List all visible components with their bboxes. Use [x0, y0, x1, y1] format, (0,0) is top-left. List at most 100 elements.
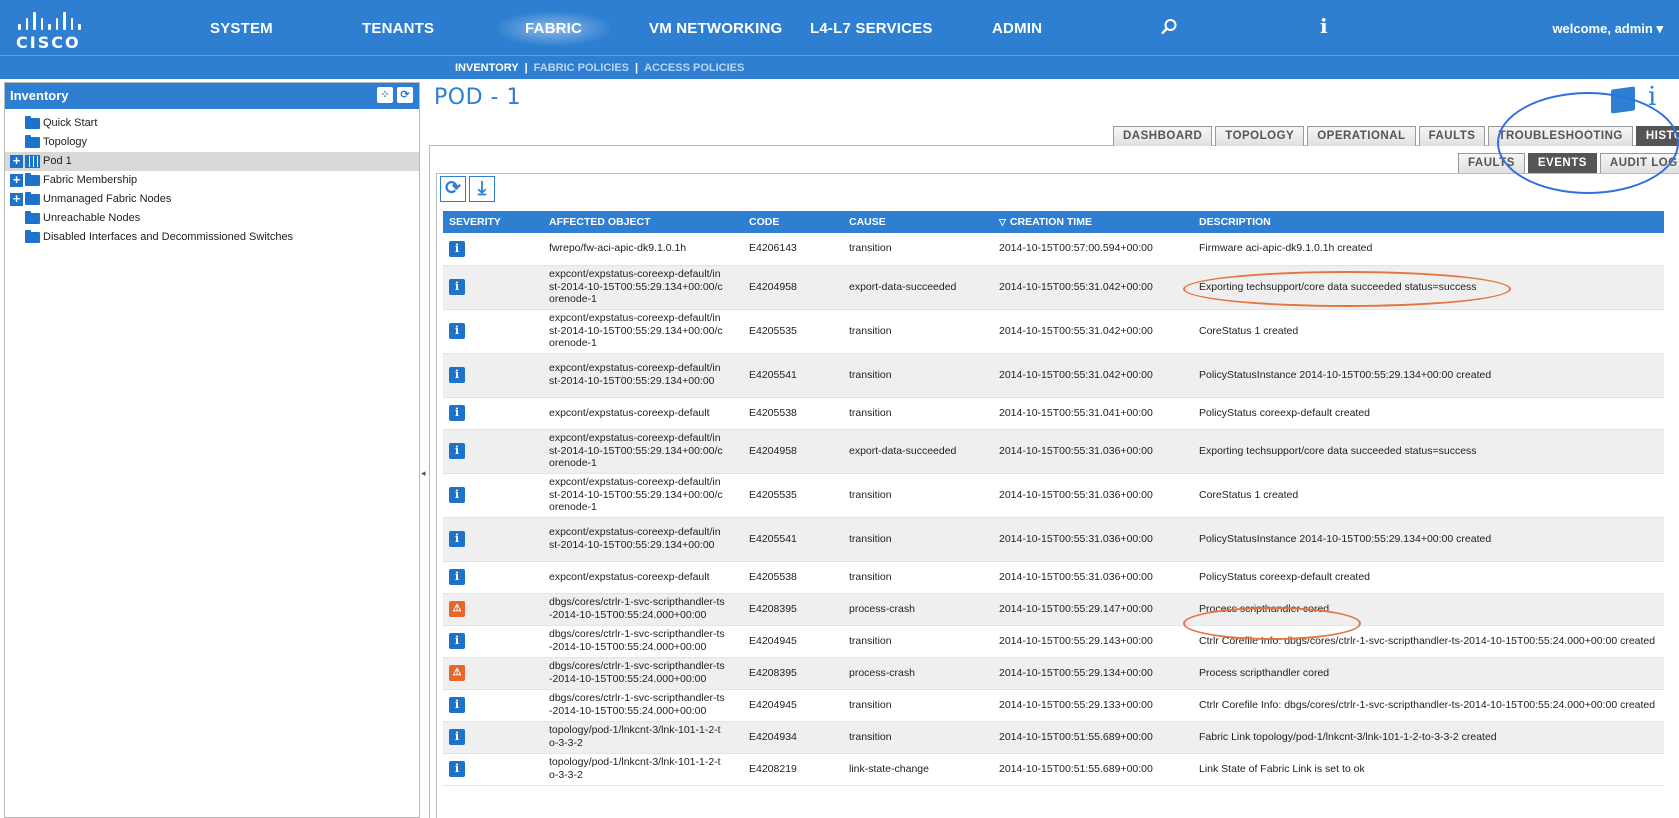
severity-cell: i: [443, 309, 543, 354]
tree-item-pod-1[interactable]: + Pod 1: [5, 152, 419, 171]
expand-icon[interactable]: +: [10, 192, 23, 206]
panel-collapse-handle[interactable]: ◂: [421, 468, 426, 478]
subnav-fabric-policies[interactable]: FABRIC POLICIES: [534, 62, 629, 74]
col-code[interactable]: CODE: [743, 211, 843, 233]
severity-cell: i: [443, 473, 543, 518]
tab-troubleshooting[interactable]: TROUBLESHOOTING: [1488, 126, 1633, 146]
nav-vm-networking[interactable]: VM NETWORKING: [649, 0, 782, 55]
table-row[interactable]: i topology/pod-1/lnkcnt-3/lnk-101-1-2-to-…: [443, 721, 1664, 754]
tab-dashboard[interactable]: DASHBOARD: [1113, 126, 1213, 146]
tree-item-label: Disabled Interfaces and Decommissioned S…: [43, 231, 294, 243]
table-row[interactable]: i expcont/expstatus-coreexp-default/inst-…: [443, 309, 1664, 354]
col-description[interactable]: DESCRIPTION: [1193, 211, 1664, 233]
col-severity[interactable]: SEVERITY: [443, 211, 543, 233]
severity-cell: ⚠: [443, 593, 543, 626]
tree-item-fabric-membership[interactable]: + Fabric Membership: [5, 171, 419, 190]
code-cell: E4204958: [743, 265, 843, 310]
table-row[interactable]: i fwrepo/fw-aci-apic-dk9.1.0.1h E4206143 tr…: [443, 233, 1664, 266]
affected-object-cell: expcont/expstatus-coreexp-default/inst-2…: [543, 265, 743, 310]
description-cell: Fabric Link topology/pod-1/lnkcnt-3/lnk-…: [1193, 721, 1664, 754]
nav-fabric[interactable]: FABRIC: [497, 0, 611, 55]
table-row[interactable]: i expcont/expstatus-coreexp-default/inst-…: [443, 265, 1664, 310]
cause-cell: transition: [843, 473, 993, 518]
subtab-audit-log[interactable]: AUDIT LOG: [1599, 153, 1679, 173]
description-cell: Firmware aci-apic-dk9.1.0.1h created: [1193, 233, 1664, 266]
tree-item-label: Quick Start: [43, 117, 98, 129]
refresh-button[interactable]: ⟳: [440, 176, 466, 202]
nav-l4-l7-services[interactable]: L4-L7 SERVICES: [810, 0, 933, 55]
table-row[interactable]: i expcont/expstatus-coreexp-default/inst-…: [443, 353, 1664, 398]
table-row[interactable]: i expcont/expstatus-coreexp-default E42055…: [443, 561, 1664, 594]
subnav-access-policies[interactable]: ACCESS POLICIES: [644, 62, 744, 74]
help-book-icon[interactable]: [1611, 86, 1635, 114]
creation-time-cell: 2014-10-15T00:51:55.689+00:00: [993, 753, 1193, 786]
code-cell: E4205535: [743, 309, 843, 354]
folder-icon: [25, 173, 40, 186]
col-creation-time[interactable]: ▽ CREATION TIME: [993, 211, 1193, 233]
col-cause[interactable]: CAUSE: [843, 211, 993, 233]
tree-item-label: Unreachable Nodes: [43, 212, 141, 224]
subtab-events[interactable]: EVENTS: [1527, 153, 1597, 173]
creation-time-cell: 2014-10-15T00:55:31.036+00:00: [993, 517, 1193, 562]
user-menu[interactable]: welcome, admin ▾: [1552, 0, 1663, 58]
table-row[interactable]: i expcont/expstatus-coreexp-default E42055…: [443, 397, 1664, 430]
search-icon[interactable]: [1160, 18, 1178, 42]
folder-icon: [25, 211, 40, 224]
table-row[interactable]: i expcont/expstatus-coreexp-default/inst-…: [443, 517, 1664, 562]
tree-item-topology[interactable]: Topology: [5, 133, 419, 152]
table-row[interactable]: i dbgs/cores/ctrlr-1-svc-scripthandler-ts…: [443, 625, 1664, 658]
code-cell: E4205541: [743, 517, 843, 562]
tree-item-label: Fabric Membership: [43, 174, 138, 186]
tab-topology[interactable]: TOPOLOGY: [1215, 126, 1305, 146]
cause-cell: transition: [843, 689, 993, 722]
table-row[interactable]: i expcont/expstatus-coreexp-default/inst-…: [443, 429, 1664, 474]
affected-object-cell: expcont/expstatus-coreexp-default: [543, 561, 743, 594]
code-cell: E4204945: [743, 625, 843, 658]
description-cell: Ctrlr Corefile Info: dbgs/cores/ctrlr-1-…: [1193, 689, 1664, 722]
tree-item-unreachable-nodes[interactable]: Unreachable Nodes: [5, 209, 419, 228]
table-row[interactable]: ⚠ dbgs/cores/ctrlr-1-svc-scripthandler-ts…: [443, 657, 1664, 690]
tab-history[interactable]: HISTORY: [1635, 126, 1679, 146]
tab-operational[interactable]: OPERATIONAL: [1307, 126, 1416, 146]
info-icon[interactable]: i: [1320, 14, 1328, 38]
nav-system[interactable]: SYSTEM: [210, 0, 273, 55]
code-cell: E4204945: [743, 689, 843, 722]
severity-cell: i: [443, 689, 543, 722]
info-icon: i: [449, 697, 465, 713]
tree-item-quick-start[interactable]: Quick Start: [5, 114, 419, 133]
subtab-faults[interactable]: FAULTS: [1458, 153, 1525, 173]
expand-icon[interactable]: +: [10, 173, 23, 187]
cause-cell: transition: [843, 353, 993, 398]
col-affected-object[interactable]: AFFECTED OBJECT: [543, 211, 743, 233]
info-icon: i: [449, 487, 465, 503]
inventory-tree: Quick Start Topology + Pod 1 + Fabric Memb…: [5, 109, 419, 247]
col-creation-time-label: CREATION TIME: [1009, 216, 1092, 228]
subnav-inventory[interactable]: INVENTORY: [455, 62, 519, 74]
severity-cell: i: [443, 397, 543, 430]
severity-cell: i: [443, 265, 543, 310]
tab-faults[interactable]: FAULTS: [1418, 126, 1486, 146]
cisco-logo[interactable]: CISCO: [16, 10, 96, 52]
tree-item-disabled-interfaces[interactable]: Disabled Interfaces and Decommissioned S…: [5, 228, 419, 247]
topology-view-icon[interactable]: ⁘: [377, 87, 393, 103]
table-row[interactable]: i topology/pod-1/lnkcnt-3/lnk-101-1-2-to-…: [443, 753, 1664, 786]
nav-tenants[interactable]: TENANTS: [362, 0, 434, 55]
info-icon: i: [449, 240, 465, 257]
code-cell: E4208395: [743, 657, 843, 690]
table-row[interactable]: i expcont/expstatus-coreexp-default/inst-…: [443, 473, 1664, 518]
severity-cell: i: [443, 561, 543, 594]
description-cell: PolicyStatus coreexp-default created: [1193, 561, 1664, 594]
creation-time-cell: 2014-10-15T00:55:31.042+00:00: [993, 309, 1193, 354]
tree-item-unmanaged-fabric-nodes[interactable]: + Unmanaged Fabric Nodes: [5, 190, 419, 209]
table-row[interactable]: ⚠ dbgs/cores/ctrlr-1-svc-scripthandler-ts…: [443, 593, 1664, 626]
info-icon: i: [449, 729, 465, 745]
expand-icon[interactable]: +: [10, 154, 23, 168]
nav-admin[interactable]: ADMIN: [992, 0, 1042, 55]
refresh-icon[interactable]: ⟳: [397, 87, 413, 103]
creation-time-cell: 2014-10-15T00:55:31.036+00:00: [993, 429, 1193, 474]
download-button[interactable]: ⤓: [469, 176, 495, 202]
table-row[interactable]: i dbgs/cores/ctrlr-1-svc-scripthandler-ts…: [443, 689, 1664, 722]
affected-object-cell: expcont/expstatus-coreexp-default/inst-2…: [543, 309, 743, 354]
page-info-icon[interactable]: i: [1648, 82, 1656, 112]
top-nav-bar: CISCO SYSTEM TENANTS FABRIC VM NETWORKIN…: [0, 0, 1679, 55]
